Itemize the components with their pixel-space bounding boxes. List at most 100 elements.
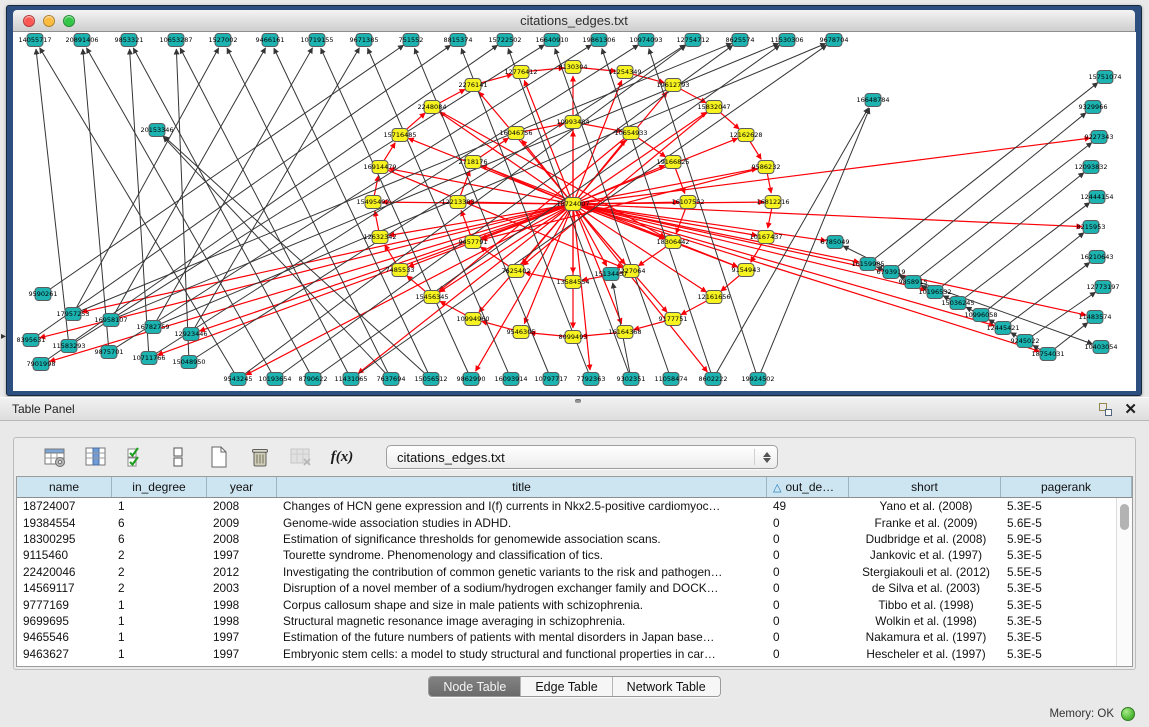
network-node[interactable]: 9590261 — [29, 288, 58, 301]
table-settings-button[interactable] — [42, 444, 68, 470]
close-panel-icon[interactable]: ✕ — [1124, 403, 1137, 416]
network-node[interactable]: 9546305 — [507, 326, 536, 339]
table-row[interactable]: 969969511998Structural magnetic resonanc… — [17, 613, 1116, 629]
network-node[interactable]: 10797717 — [534, 373, 567, 386]
network-node[interactable]: 8215953 — [1077, 221, 1106, 234]
tab-node-table[interactable]: Node Table — [429, 677, 521, 696]
network-node[interactable]: 15036245 — [941, 297, 974, 310]
network-node[interactable]: 751552 — [399, 34, 424, 47]
network-node[interactable]: 16648784 — [856, 94, 889, 107]
column-header-short[interactable]: short — [849, 477, 1001, 497]
network-node[interactable]: 12445421 — [986, 322, 1019, 335]
table-row[interactable]: 977716911998Corpus callosum shape and si… — [17, 596, 1116, 612]
panel-collapse-arrow[interactable]: ▸ — [1, 331, 6, 342]
table-row[interactable]: 1830029562008Estimation of significance … — [17, 531, 1116, 547]
network-node[interactable]: 9154943 — [732, 264, 761, 277]
network-node[interactable]: 7625402 — [502, 265, 531, 278]
network-node[interactable]: 10654933 — [614, 127, 647, 140]
network-node[interactable]: 16210643 — [1080, 251, 1113, 264]
network-node[interactable]: 10993484 — [556, 116, 589, 129]
table-row[interactable]: 946362711997Embryonic stem cells: a mode… — [17, 646, 1116, 662]
network-node[interactable]: 9302351 — [617, 373, 646, 386]
network-node[interactable]: 8099493 — [559, 331, 588, 344]
network-node[interactable]: 11431065 — [334, 373, 367, 386]
function-builder-button[interactable]: f(x) — [329, 444, 355, 470]
network-node[interactable]: 12773197 — [1086, 281, 1119, 294]
network-node[interactable]: 9245022 — [1011, 335, 1040, 348]
table-row[interactable]: 946554611997Estimation of the future num… — [17, 629, 1116, 645]
zoom-button[interactable] — [63, 15, 75, 27]
network-node[interactable]: 10196532 — [918, 286, 951, 299]
network-node[interactable]: 9862990 — [457, 373, 486, 386]
network-node[interactable]: 16812216 — [756, 196, 789, 209]
network-node[interactable]: 10996058 — [964, 309, 997, 322]
splitter-grip[interactable] — [575, 399, 581, 403]
network-node[interactable]: 15751074 — [1088, 71, 1121, 84]
network-node[interactable]: 1527002 — [209, 34, 238, 47]
network-node[interactable]: 9177751 — [659, 313, 688, 326]
network-node[interactable]: 18754031 — [1031, 348, 1064, 361]
vertical-scrollbar[interactable] — [1116, 498, 1132, 666]
network-node[interactable]: 2276141 — [459, 79, 488, 92]
table-row[interactable]: 1872400712008Changes of HCN gene express… — [17, 498, 1116, 514]
network-node[interactable]: 9586232 — [752, 161, 781, 174]
table-select-dropdown[interactable]: citations_edges.txt — [386, 445, 778, 469]
network-node[interactable]: 11583293 — [52, 340, 85, 353]
network-node[interactable]: 19924502 — [741, 373, 774, 386]
network-node[interactable]: 12093832 — [1074, 161, 1107, 174]
network-node[interactable]: 9875701 — [95, 346, 124, 359]
table-row[interactable]: 1938455462009Genome-wide association stu… — [17, 514, 1116, 530]
scrollbar-thumb[interactable] — [1120, 504, 1129, 530]
network-node[interactable]: 9543245 — [224, 373, 253, 386]
network-node[interactable]: 10193654 — [258, 373, 291, 386]
network-node[interactable]: 9227343 — [1085, 131, 1114, 144]
network-node[interactable]: 16958107 — [94, 314, 127, 327]
network-node[interactable]: 8790622 — [299, 373, 328, 386]
network-node[interactable]: 15456345 — [415, 291, 448, 304]
network-node[interactable]: 9466161 — [256, 34, 285, 47]
network-node[interactable]: 7901998 — [27, 358, 56, 371]
network-node[interactable]: 19612793 — [656, 79, 689, 92]
network-node[interactable]: 20891406 — [65, 34, 98, 47]
network-window-titlebar[interactable]: citations_edges.txt — [13, 10, 1135, 32]
network-node[interactable]: 10653287 — [159, 34, 192, 47]
network-node[interactable]: 12754712 — [676, 34, 709, 47]
tab-network-table[interactable]: Network Table — [613, 677, 720, 696]
network-node[interactable]: 10719155 — [300, 34, 333, 47]
network-node[interactable]: 9853321 — [115, 34, 144, 47]
table-row[interactable]: 1456911722003Disruption of a novel membe… — [17, 580, 1116, 596]
network-node[interactable]: 9671385 — [350, 34, 379, 47]
network-node[interactable]: 8815374 — [444, 34, 473, 47]
table-column-button[interactable] — [83, 444, 109, 470]
network-node[interactable]: 16107552 — [671, 196, 704, 209]
network-node[interactable]: 12632342 — [363, 231, 396, 244]
network-node[interactable]: 7792363 — [577, 373, 606, 386]
network-node[interactable]: 7637694 — [377, 373, 406, 386]
new-table-button[interactable] — [206, 444, 232, 470]
network-node[interactable]: 15048950 — [172, 356, 205, 369]
network-node[interactable]: 8602222 — [699, 373, 728, 386]
minimize-button[interactable] — [43, 15, 55, 27]
network-node[interactable]: 8395631 — [17, 334, 46, 347]
network-node[interactable]: 16046756 — [499, 127, 532, 140]
network-node[interactable]: 16164368 — [608, 326, 641, 339]
network-node[interactable]: 10974093 — [629, 34, 662, 47]
column-header-title[interactable]: title — [277, 477, 767, 497]
network-node[interactable]: 12776412 — [504, 66, 537, 79]
network-node[interactable]: 15056512 — [414, 373, 447, 386]
memory-status-icon[interactable] — [1121, 707, 1135, 721]
network-node[interactable]: 19861306 — [582, 34, 615, 47]
row-height-button[interactable] — [165, 444, 191, 470]
network-node[interactable]: 2248084 — [418, 101, 447, 114]
network-node[interactable]: 7485533 — [386, 264, 415, 277]
network-node[interactable]: 15832047 — [697, 101, 730, 114]
network-node[interactable]: 10403054 — [1084, 341, 1117, 354]
column-header-in-degree[interactable]: in_degree — [112, 477, 207, 497]
network-node[interactable]: 10167437 — [749, 231, 782, 244]
network-node[interactable]: 11483574 — [1078, 311, 1111, 324]
network-node[interactable]: 13584554 — [556, 276, 589, 289]
network-node[interactable]: 12444154 — [1080, 191, 1113, 204]
tab-edge-table[interactable]: Edge Table — [521, 677, 612, 696]
network-node[interactable]: 15134457 — [594, 268, 627, 281]
column-header-out-de-[interactable]: △out_de… — [767, 477, 849, 497]
